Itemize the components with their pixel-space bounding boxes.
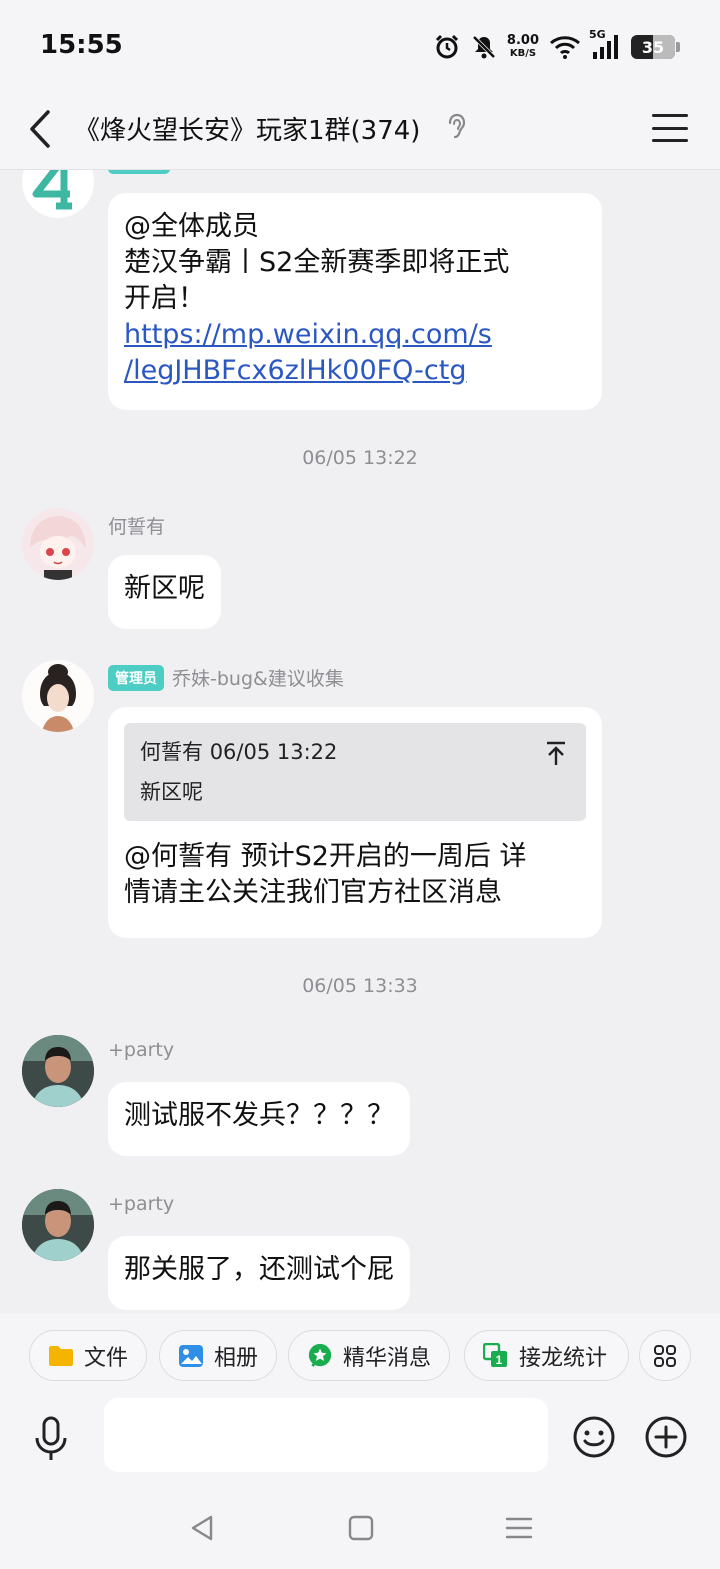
message-text: 楚汉争霸丨S2全新赛季即将正式 [124, 247, 510, 278]
admin-badge: 管理员 [108, 664, 164, 691]
plus-icon[interactable] [645, 1416, 687, 1458]
input-bar [0, 1398, 720, 1486]
message-link[interactable]: https://mp.weixin.qq.com/s [124, 317, 586, 353]
menu-button[interactable] [652, 110, 688, 146]
square-home-icon [348, 1515, 374, 1541]
sender-name-text: 何誓有 [108, 516, 166, 538]
badge-partial [108, 170, 170, 174]
chat-header: 《烽火望长安》玩家1群(374) [0, 88, 720, 170]
ear-icon[interactable] [444, 112, 468, 142]
relay-icon: 1 [483, 1342, 509, 1369]
grid-icon [654, 1344, 676, 1367]
net-speed: 8.00 KB/S [507, 34, 539, 60]
jump-to-quote-icon[interactable] [544, 741, 568, 767]
status-time: 15:55 [40, 30, 123, 60]
featured-label: 精华消息 [343, 1345, 432, 1371]
message-input[interactable] [104, 1398, 548, 1472]
avatar[interactable] [22, 660, 94, 732]
photo-icon [178, 1343, 204, 1369]
message-text: 开启！ [124, 283, 205, 314]
status-icons: 8.00 KB/S 5G 35 [433, 28, 680, 64]
message-link[interactable]: /legJHBFcx6zlHk00FQ-ctg [124, 353, 586, 389]
menu-line [652, 114, 688, 117]
relay-stats-button[interactable]: 1 接龙统计 [464, 1330, 629, 1381]
battery-level: 35 [641, 37, 665, 57]
menu-line [652, 139, 688, 142]
star-chat-icon [307, 1343, 333, 1369]
net-speed-unit: KB/S [509, 48, 537, 59]
svg-text:1: 1 [496, 1353, 503, 1367]
message-text: 新区呢 [124, 573, 205, 604]
person-avatar-image [22, 1189, 94, 1261]
group-title[interactable]: 《烽火望长安》玩家1群(374) [74, 110, 420, 147]
quote-text: 新区呢 [140, 780, 203, 804]
sender-name: 何誓有 [108, 512, 165, 539]
anime-avatar-image [22, 508, 94, 580]
signal-icon: 5G [589, 28, 621, 60]
nav-recents-button[interactable] [499, 1508, 539, 1548]
file-button[interactable]: 文件 [29, 1330, 148, 1381]
wifi-icon [549, 34, 581, 60]
avatar[interactable] [22, 1189, 94, 1261]
relay-label: 接龙统计 [519, 1345, 608, 1371]
message-bubble[interactable]: @全体成员 楚汉争霸丨S2全新赛季即将正式 开启！ https://mp.wei… [108, 193, 602, 410]
menu-line [652, 126, 688, 130]
album-label: 相册 [214, 1345, 259, 1371]
portrait-avatar-image [22, 660, 94, 732]
time-separator: 06/05 13:33 [302, 975, 418, 997]
message-text: 情请主公关注我们官方社区消息 [124, 877, 502, 908]
message-bubble[interactable]: 新区呢 [108, 555, 221, 629]
chevron-left-icon [30, 110, 50, 148]
message-bubble[interactable]: 那关服了，还测试个屁 [108, 1236, 410, 1310]
net-speed-value: 8.00 [506, 33, 539, 48]
message-text: 测试服不发兵？？？？ [124, 1100, 394, 1131]
sender-name-text: +party [108, 1193, 175, 1215]
sender-name-text: +party [108, 1039, 175, 1061]
person-avatar-image [22, 1035, 94, 1107]
avatar[interactable] [22, 508, 94, 580]
featured-messages-button[interactable]: 精华消息 [288, 1330, 451, 1381]
sender-name: +party [108, 1039, 174, 1061]
quick-toolbar: 文件 相册 精华消息 1 接龙统计 [0, 1314, 720, 1398]
message-text: @何誓有 预计S2开启的一周后 详 [124, 841, 527, 872]
recents-icon [505, 1517, 533, 1539]
quoted-message[interactable]: 何誓有 06/05 13:22 新区呢 [124, 723, 586, 821]
sender-line: 管理员 乔妹-bug&建议收集 [108, 664, 344, 691]
avatar[interactable] [22, 1035, 94, 1107]
avatar[interactable] [22, 170, 94, 218]
alarm-icon [433, 33, 461, 61]
quote-time: 06/05 13:22 [209, 740, 338, 764]
triangle-back-icon [191, 1515, 213, 1541]
message-bubble[interactable]: 测试服不发兵？？？？ [108, 1082, 410, 1156]
file-label: 文件 [84, 1345, 129, 1371]
album-button[interactable]: 相册 [159, 1330, 278, 1381]
message-bubble[interactable]: 何誓有 06/05 13:22 新区呢 @何誓有 预计S2开启的一周后 详 情请… [108, 707, 602, 938]
sender-name-text: 乔妹-bug&建议收集 [172, 668, 344, 690]
system-nav-bar [0, 1486, 720, 1569]
nav-home-button[interactable] [341, 1508, 381, 1548]
microphone-icon[interactable] [32, 1416, 70, 1462]
nav-back-button[interactable] [182, 1508, 222, 1548]
time-separator: 06/05 13:22 [302, 447, 418, 469]
status-bar: 15:55 8.00 KB/S 5G 35 [0, 0, 720, 88]
message-text: 那关服了，还测试个屁 [124, 1254, 394, 1285]
quote-author: 何誓有 [140, 740, 203, 764]
message-text: @全体成员 [124, 211, 259, 242]
sender-name: +party [108, 1193, 174, 1215]
quote-header: 何誓有 06/05 13:22 [140, 737, 570, 767]
mute-icon [471, 34, 497, 60]
battery-icon: 35 [631, 35, 675, 59]
number-four-logo [32, 170, 72, 210]
chat-area[interactable]: @全体成员 楚汉争霸丨S2全新赛季即将正式 开启！ https://mp.wei… [0, 170, 720, 1314]
folder-icon [48, 1343, 74, 1369]
emoji-icon[interactable] [573, 1416, 615, 1458]
network-type: 5G [589, 28, 606, 41]
back-button[interactable] [20, 106, 60, 152]
more-apps-button[interactable] [639, 1330, 691, 1381]
